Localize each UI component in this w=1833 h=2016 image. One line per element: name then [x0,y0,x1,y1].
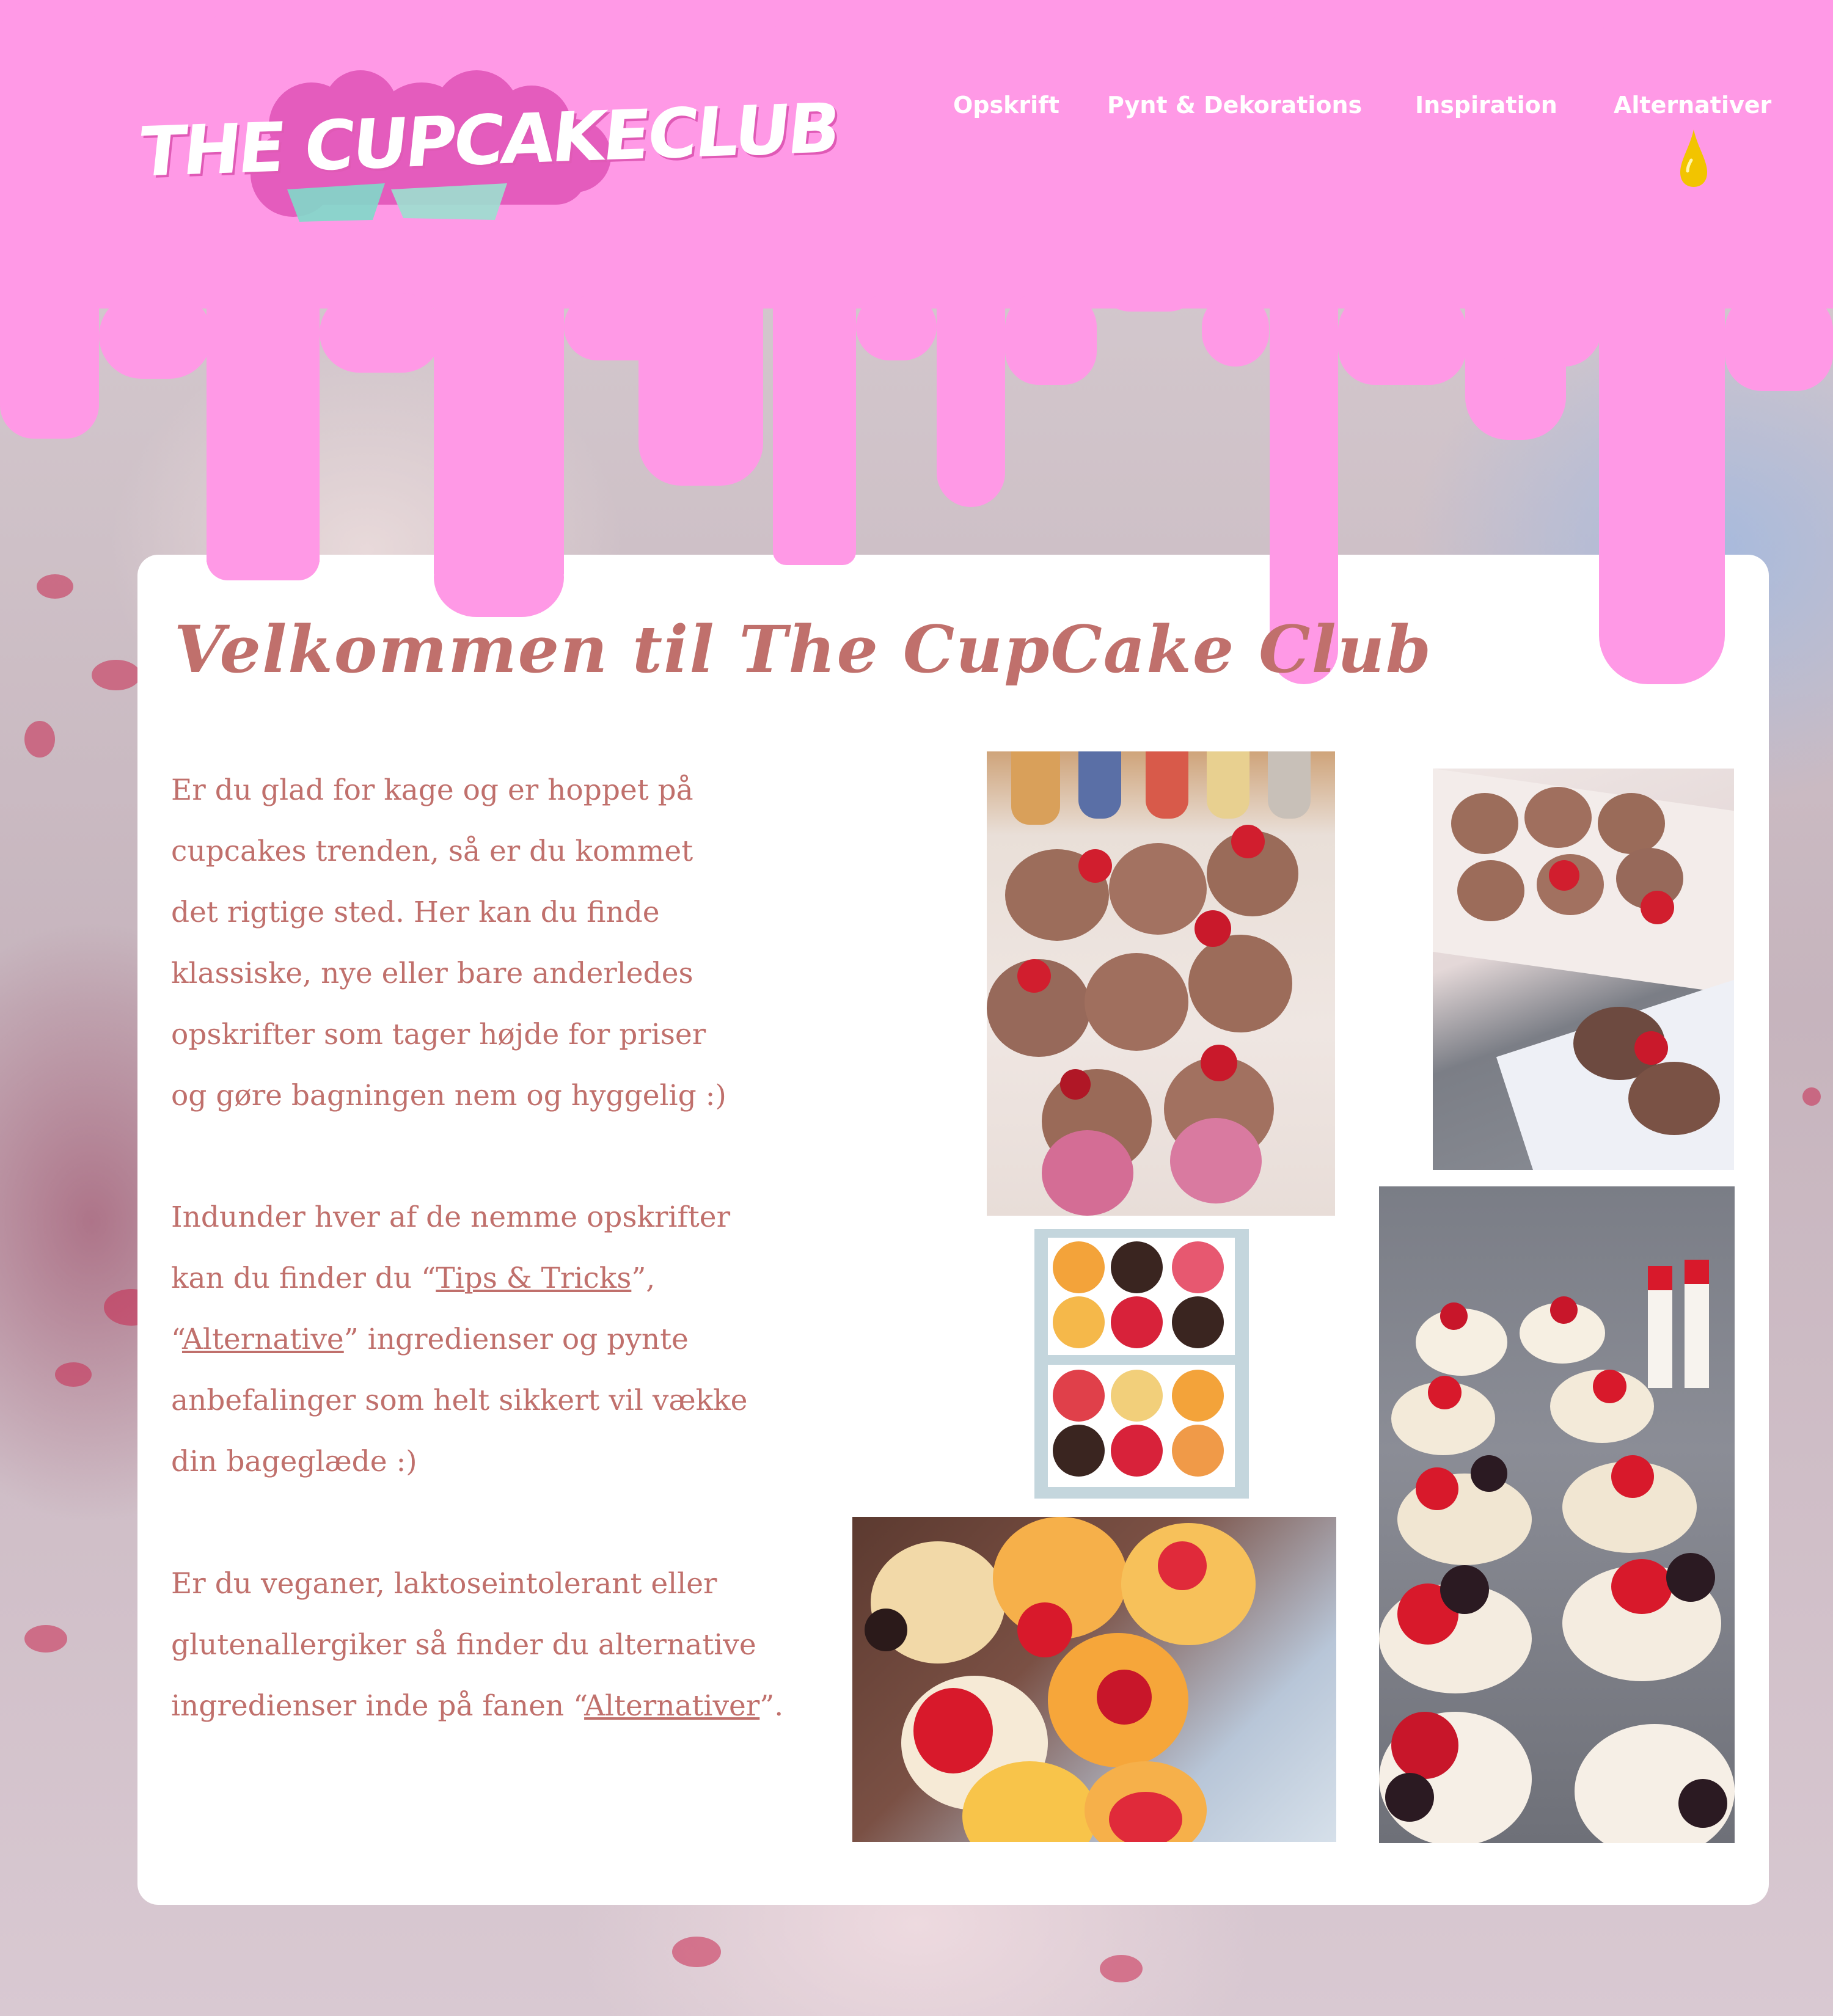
link-tips-tricks[interactable]: Tips & Tricks [436,1262,631,1295]
text-line: klassiske, nye eller bare anderledes [171,957,693,990]
photo-chocolate-cupcakes [987,751,1335,1216]
photo-cupcakes-in-box [1433,769,1734,1170]
text-line: anbefalinger som helt sikkert vil vække [171,1384,748,1417]
text-fragment: ” ingredienser og pynte [343,1323,689,1356]
tips-paragraph: Indunder hver af de nemme opskrifter kan… [171,1187,747,1492]
text-fragment: ”. [759,1689,784,1723]
text-line: kan du finder du “Tips & Tricks”, [171,1248,747,1309]
text-line: ingredienser inde på fanen “Alternativer… [171,1676,783,1737]
link-alternative[interactable]: Alternative [182,1323,344,1356]
pink-drip-overlay [207,525,1725,684]
page-title: Velkommen til The CupCake Club [174,611,1432,687]
alternatives-paragraph: Er du veganer, laktoseintolerant eller g… [171,1554,783,1737]
text-fragment: “ [171,1323,182,1356]
text-line: “Alternative” ingredienser og pynte [171,1309,747,1370]
text-line: din bageglæde :) [171,1445,417,1478]
photo-cupcake-box-top [1034,1229,1249,1499]
text-line: Indunder hver af de nemme opskrifter [171,1200,731,1234]
text-line: Er du veganer, laktoseintolerant eller [171,1567,717,1601]
intro-paragraph: Er du glad for kage og er hoppet på cupc… [171,760,726,1127]
text-line: og gøre bagningen nem og hyggelig :) [171,1079,726,1112]
text-fragment: ”, [631,1262,656,1295]
text-line: Er du glad for kage og er hoppet på [171,773,693,807]
text-fragment: ingredienser inde på fanen “ [171,1689,585,1723]
link-alternativer[interactable]: Alternativer [584,1689,759,1723]
text-fragment: kan du finder du “ [171,1262,436,1295]
text-line: det rigtige sted. Her kan du finde [171,896,660,929]
photo-dessert-cups [1379,1186,1735,1843]
text-line: opskrifter som tager højde for priser [171,1018,706,1051]
text-line: cupcakes trenden, så er du kommet [171,835,693,868]
photo-fruit-cupcakes [852,1517,1336,1842]
text-line: glutenallergiker så finder du alternativ… [171,1628,756,1662]
